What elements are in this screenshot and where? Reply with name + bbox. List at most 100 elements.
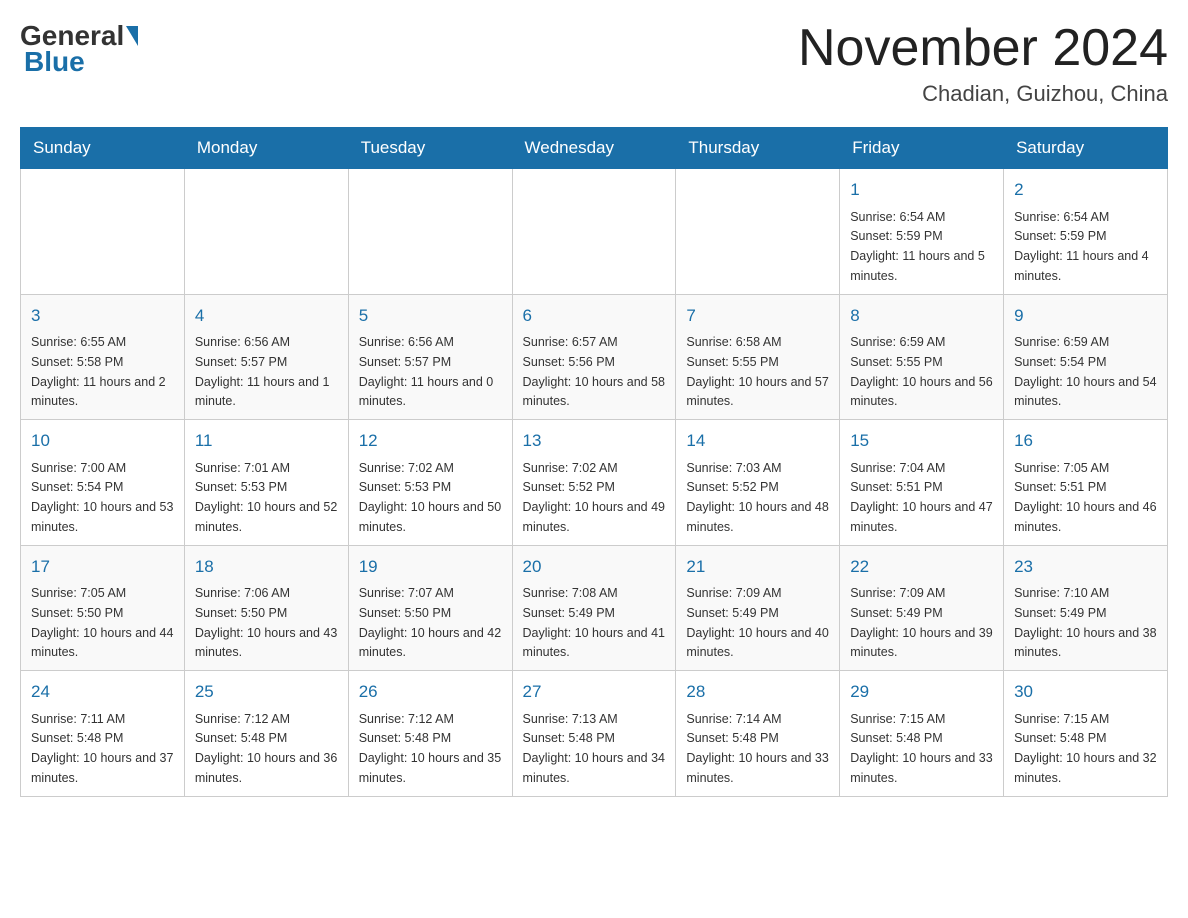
day-number: 2: [1014, 177, 1157, 203]
day-number: 23: [1014, 554, 1157, 580]
logo: General Blue: [20, 20, 140, 78]
day-info: Sunrise: 7:10 AMSunset: 5:49 PMDaylight:…: [1014, 586, 1156, 659]
calendar-cell: 11 Sunrise: 7:01 AMSunset: 5:53 PMDayligh…: [184, 420, 348, 546]
day-number: 6: [523, 303, 666, 329]
day-info: Sunrise: 7:09 AMSunset: 5:49 PMDaylight:…: [850, 586, 992, 659]
calendar-cell: 6 Sunrise: 6:57 AMSunset: 5:56 PMDaylight…: [512, 294, 676, 420]
column-header-monday: Monday: [184, 128, 348, 169]
calendar-cell: 25Sunrise: 7:12 AMSunset: 5:48 PMDayligh…: [184, 671, 348, 797]
calendar-cell: [676, 169, 840, 295]
calendar-cell: 5Sunrise: 6:56 AMSunset: 5:57 PMDaylight…: [348, 294, 512, 420]
calendar-cell: 10 Sunrise: 7:00 AMSunset: 5:54 PMDayligh…: [21, 420, 185, 546]
day-number: 1: [850, 177, 993, 203]
calendar-cell: 24 Sunrise: 7:11 AMSunset: 5:48 PMDayligh…: [21, 671, 185, 797]
column-header-sunday: Sunday: [21, 128, 185, 169]
day-info: Sunrise: 7:00 AMSunset: 5:54 PMDaylight:…: [31, 461, 173, 534]
calendar-cell: 27 Sunrise: 7:13 AMSunset: 5:48 PMDayligh…: [512, 671, 676, 797]
calendar-cell: 28Sunrise: 7:14 AMSunset: 5:48 PMDayligh…: [676, 671, 840, 797]
day-info: Sunrise: 7:11 AMSunset: 5:48 PMDaylight:…: [31, 712, 173, 785]
column-header-tuesday: Tuesday: [348, 128, 512, 169]
day-number: 7: [686, 303, 829, 329]
day-number: 9: [1014, 303, 1157, 329]
calendar-cell: 3 Sunrise: 6:55 AMSunset: 5:58 PMDaylight…: [21, 294, 185, 420]
day-number: 18: [195, 554, 338, 580]
day-number: 3: [31, 303, 174, 329]
day-info: Sunrise: 7:02 AMSunset: 5:53 PMDaylight:…: [359, 461, 501, 534]
calendar-cell: 8Sunrise: 6:59 AMSunset: 5:55 PMDaylight…: [840, 294, 1004, 420]
day-number: 26: [359, 679, 502, 705]
calendar-week-row: 24 Sunrise: 7:11 AMSunset: 5:48 PMDayligh…: [21, 671, 1168, 797]
calendar-cell: 26 Sunrise: 7:12 AMSunset: 5:48 PMDayligh…: [348, 671, 512, 797]
day-info: Sunrise: 7:13 AMSunset: 5:48 PMDaylight:…: [523, 712, 665, 785]
day-info: Sunrise: 7:02 AMSunset: 5:52 PMDaylight:…: [523, 461, 665, 534]
calendar-cell: 7 Sunrise: 6:58 AMSunset: 5:55 PMDaylight…: [676, 294, 840, 420]
calendar-cell: 20 Sunrise: 7:08 AMSunset: 5:49 PMDayligh…: [512, 545, 676, 671]
day-number: 10: [31, 428, 174, 454]
logo-blue-text: Blue: [24, 46, 85, 77]
day-number: 24: [31, 679, 174, 705]
day-number: 19: [359, 554, 502, 580]
day-info: Sunrise: 7:06 AMSunset: 5:50 PMDaylight:…: [195, 586, 337, 659]
day-info: Sunrise: 7:15 AMSunset: 5:48 PMDaylight:…: [850, 712, 992, 785]
column-header-friday: Friday: [840, 128, 1004, 169]
calendar-cell: [348, 169, 512, 295]
calendar-cell: [21, 169, 185, 295]
column-header-wednesday: Wednesday: [512, 128, 676, 169]
calendar-cell: 18 Sunrise: 7:06 AMSunset: 5:50 PMDayligh…: [184, 545, 348, 671]
day-info: Sunrise: 7:12 AMSunset: 5:48 PMDaylight:…: [359, 712, 501, 785]
day-number: 12: [359, 428, 502, 454]
calendar-header-row: SundayMondayTuesdayWednesdayThursdayFrid…: [21, 128, 1168, 169]
day-number: 28: [686, 679, 829, 705]
day-info: Sunrise: 7:09 AMSunset: 5:49 PMDaylight:…: [686, 586, 828, 659]
day-number: 21: [686, 554, 829, 580]
calendar-cell: [512, 169, 676, 295]
day-info: Sunrise: 7:01 AMSunset: 5:53 PMDaylight:…: [195, 461, 337, 534]
day-number: 17: [31, 554, 174, 580]
day-info: Sunrise: 7:04 AMSunset: 5:51 PMDaylight:…: [850, 461, 992, 534]
calendar-week-row: 3 Sunrise: 6:55 AMSunset: 5:58 PMDaylight…: [21, 294, 1168, 420]
day-info: Sunrise: 6:57 AMSunset: 5:56 PMDaylight:…: [523, 335, 665, 408]
page-header: General Blue November 2024 Chadian, Guiz…: [20, 20, 1168, 107]
calendar-cell: 2Sunrise: 6:54 AMSunset: 5:59 PMDaylight…: [1004, 169, 1168, 295]
day-number: 8: [850, 303, 993, 329]
day-info: Sunrise: 6:54 AMSunset: 5:59 PMDaylight:…: [850, 210, 985, 283]
day-number: 20: [523, 554, 666, 580]
calendar-cell: 14Sunrise: 7:03 AMSunset: 5:52 PMDayligh…: [676, 420, 840, 546]
day-info: Sunrise: 7:15 AMSunset: 5:48 PMDaylight:…: [1014, 712, 1156, 785]
calendar-cell: 30 Sunrise: 7:15 AMSunset: 5:48 PMDayligh…: [1004, 671, 1168, 797]
calendar-cell: 29 Sunrise: 7:15 AMSunset: 5:48 PMDayligh…: [840, 671, 1004, 797]
calendar-cell: 4Sunrise: 6:56 AMSunset: 5:57 PMDaylight…: [184, 294, 348, 420]
calendar-cell: 21 Sunrise: 7:09 AMSunset: 5:49 PMDayligh…: [676, 545, 840, 671]
calendar-cell: 1 Sunrise: 6:54 AMSunset: 5:59 PMDaylight…: [840, 169, 1004, 295]
day-number: 30: [1014, 679, 1157, 705]
month-title: November 2024: [798, 20, 1168, 77]
day-info: Sunrise: 6:58 AMSunset: 5:55 PMDaylight:…: [686, 335, 828, 408]
day-number: 27: [523, 679, 666, 705]
day-number: 22: [850, 554, 993, 580]
column-header-saturday: Saturday: [1004, 128, 1168, 169]
calendar-cell: 22 Sunrise: 7:09 AMSunset: 5:49 PMDayligh…: [840, 545, 1004, 671]
day-number: 11: [195, 428, 338, 454]
calendar-cell: 9Sunrise: 6:59 AMSunset: 5:54 PMDaylight…: [1004, 294, 1168, 420]
logo-arrow-icon: [126, 26, 138, 46]
day-info: Sunrise: 7:08 AMSunset: 5:49 PMDaylight:…: [523, 586, 665, 659]
day-info: Sunrise: 7:05 AMSunset: 5:51 PMDaylight:…: [1014, 461, 1156, 534]
day-number: 5: [359, 303, 502, 329]
day-info: Sunrise: 6:55 AMSunset: 5:58 PMDaylight:…: [31, 335, 166, 408]
day-info: Sunrise: 6:56 AMSunset: 5:57 PMDaylight:…: [195, 335, 330, 408]
day-number: 14: [686, 428, 829, 454]
location-subtitle: Chadian, Guizhou, China: [798, 81, 1168, 107]
calendar-week-row: 10 Sunrise: 7:00 AMSunset: 5:54 PMDayligh…: [21, 420, 1168, 546]
column-header-thursday: Thursday: [676, 128, 840, 169]
day-number: 15: [850, 428, 993, 454]
calendar-cell: 19Sunrise: 7:07 AMSunset: 5:50 PMDayligh…: [348, 545, 512, 671]
calendar-cell: 13Sunrise: 7:02 AMSunset: 5:52 PMDayligh…: [512, 420, 676, 546]
calendar-cell: 16 Sunrise: 7:05 AMSunset: 5:51 PMDayligh…: [1004, 420, 1168, 546]
calendar-cell: 23 Sunrise: 7:10 AMSunset: 5:49 PMDayligh…: [1004, 545, 1168, 671]
day-info: Sunrise: 7:05 AMSunset: 5:50 PMDaylight:…: [31, 586, 173, 659]
day-number: 29: [850, 679, 993, 705]
day-number: 16: [1014, 428, 1157, 454]
calendar-week-row: 1 Sunrise: 6:54 AMSunset: 5:59 PMDaylight…: [21, 169, 1168, 295]
calendar-cell: 15 Sunrise: 7:04 AMSunset: 5:51 PMDayligh…: [840, 420, 1004, 546]
day-number: 25: [195, 679, 338, 705]
